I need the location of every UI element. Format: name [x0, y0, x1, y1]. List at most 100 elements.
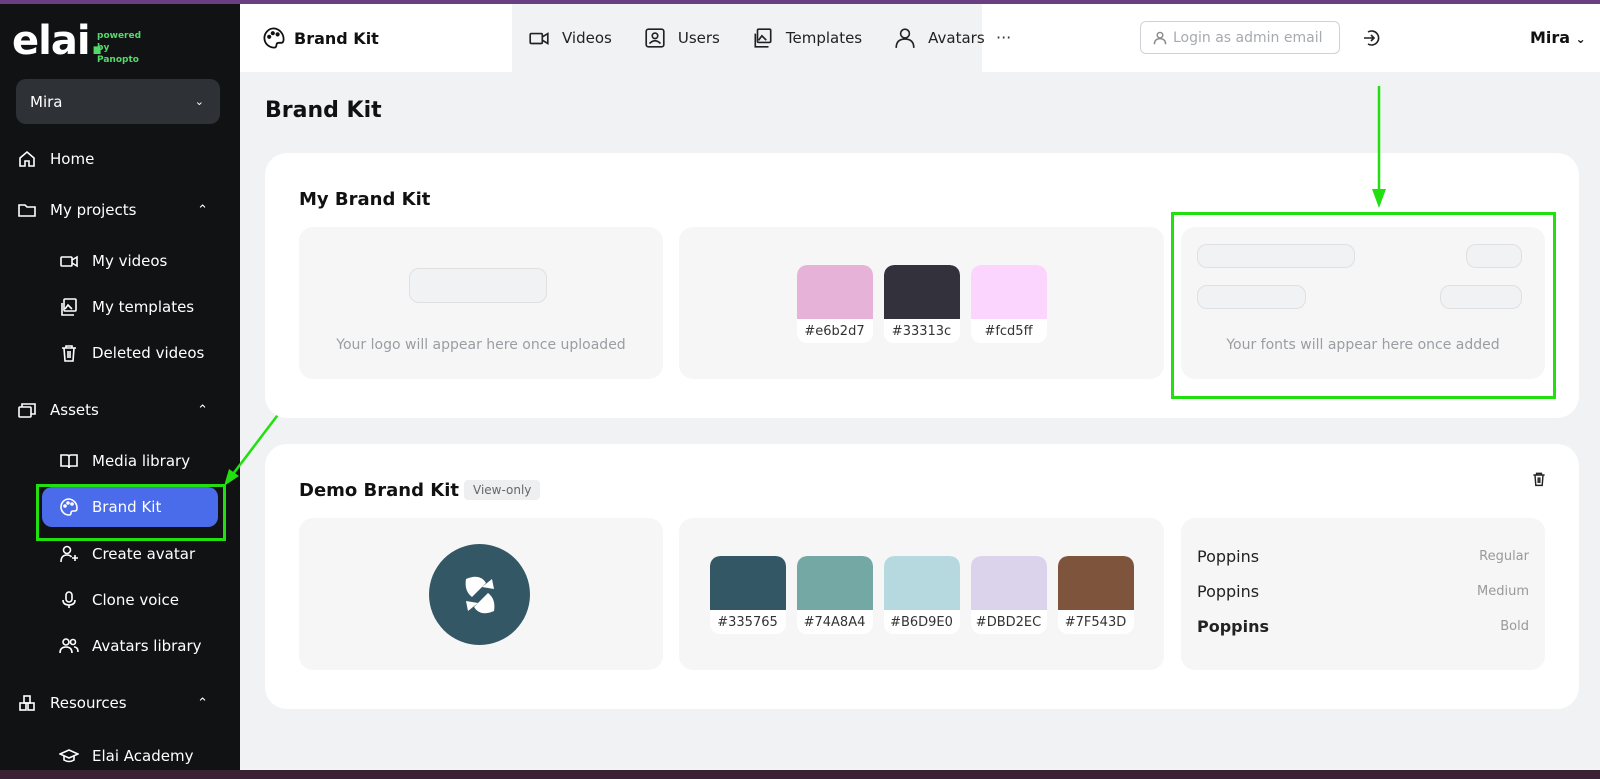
sidebar-item-my-templates[interactable]: My templates: [42, 287, 218, 327]
sidebar-item-label: Deleted videos: [92, 344, 205, 362]
color-swatch[interactable]: #B6D9E0: [883, 556, 960, 634]
sidebar-item-home[interactable]: Home: [16, 139, 220, 179]
more-menu-button[interactable]: ···: [996, 28, 1011, 47]
highlight-box-fonts: [1171, 212, 1556, 399]
tab-templates[interactable]: Templates: [752, 27, 862, 49]
sidebar-item-my-projects[interactable]: My projects ⌃: [16, 190, 220, 230]
demo-brand-kit-title: Demo Brand Kit: [299, 480, 459, 501]
color-swatch[interactable]: #33313c: [883, 265, 960, 343]
workspace-name: Mira: [30, 92, 63, 111]
color-chip: [970, 265, 1047, 319]
video-camera-icon: [528, 27, 550, 49]
font-row[interactable]: Poppins Medium: [1197, 582, 1529, 601]
chevron-down-icon: ⌄: [1575, 32, 1586, 46]
sidebar-item-label: Avatars library: [92, 637, 202, 655]
sidebar: elai. powered by Panopto Mira ⌄ Home My …: [0, 4, 240, 770]
sidebar-item-label: My templates: [92, 298, 195, 316]
highlight-box-brand-kit: [36, 484, 226, 541]
topbar-title: Brand Kit: [262, 26, 379, 50]
logout-icon[interactable]: [1362, 28, 1382, 48]
sidebar-item-label: Media library: [92, 452, 191, 470]
tab-videos[interactable]: Videos: [528, 27, 612, 49]
color-swatch[interactable]: #335765: [709, 556, 786, 634]
user-menu[interactable]: Mira ⌄: [1530, 28, 1586, 47]
page-title: Brand Kit: [265, 98, 382, 123]
color-chip: [883, 556, 960, 610]
admin-email-placeholder: Login as admin email: [1173, 29, 1323, 46]
color-hex-label: #335765: [717, 614, 778, 630]
color-chip: [970, 556, 1047, 610]
user-icon: [894, 27, 916, 49]
sidebar-item-my-videos[interactable]: My videos: [42, 241, 218, 281]
font-name: Poppins: [1197, 582, 1260, 601]
font-row[interactable]: Poppins Regular: [1197, 547, 1529, 566]
color-swatch[interactable]: #74A8A4: [796, 556, 873, 634]
my-brand-kit-title: My Brand Kit: [299, 189, 431, 210]
user-card-icon: [644, 27, 666, 49]
fonts-panel[interactable]: Poppins Regular Poppins Medium Poppins B…: [1181, 518, 1545, 670]
book-icon: [58, 450, 80, 472]
colors-panel[interactable]: #e6b2d7 #33313c #fcd5ff: [679, 227, 1164, 379]
chevron-up-icon[interactable]: ⌃: [197, 403, 208, 418]
color-chip: [1057, 556, 1134, 610]
colors-panel[interactable]: #335765 #74A8A4 #B6D9E0 #DBD2EC #7F543D: [679, 518, 1164, 670]
font-name: Poppins: [1197, 547, 1260, 566]
users-icon: [58, 635, 80, 657]
color-chip: [796, 265, 873, 319]
color-swatch[interactable]: #fcd5ff: [970, 265, 1047, 343]
templates-icon: [752, 27, 774, 49]
logo-panel[interactable]: Your logo will appear here once uploaded: [299, 227, 663, 379]
tab-avatars[interactable]: Avatars: [894, 27, 985, 49]
font-row[interactable]: Poppins Bold: [1197, 617, 1529, 636]
sidebar-item-resources[interactable]: Resources ⌃: [16, 683, 220, 723]
color-hex-label: #fcd5ff: [984, 323, 1033, 339]
tab-label: Templates: [785, 29, 863, 47]
sidebar-item-deleted-videos[interactable]: Deleted videos: [42, 333, 218, 373]
color-swatches: #335765 #74A8A4 #B6D9E0 #DBD2EC #7F543D: [679, 556, 1164, 634]
color-hex-label: #e6b2d7: [804, 323, 865, 339]
color-chip: [796, 556, 873, 610]
trash-icon: [58, 342, 80, 364]
color-swatch[interactable]: #e6b2d7: [796, 265, 873, 343]
palette-icon: [262, 26, 286, 50]
user-name: Mira: [1530, 28, 1571, 47]
admin-email-input[interactable]: Login as admin email: [1140, 21, 1340, 54]
logo-subtitle: powered by Panopto: [97, 31, 142, 65]
sidebar-item-elai-academy[interactable]: Elai Academy: [42, 742, 218, 770]
color-hex-label: #33313c: [891, 323, 952, 339]
window-bottom-border: [0, 770, 1600, 779]
brand-logo-mark-icon: [465, 576, 494, 613]
color-swatch[interactable]: #7F543D: [1057, 556, 1134, 634]
sidebar-item-label: Elai Academy: [92, 747, 194, 765]
admin-tabs: Videos Users Templates Avatars: [512, 4, 985, 72]
annotation-arrow-icon: [1372, 86, 1386, 208]
chevron-up-icon[interactable]: ⌃: [197, 696, 208, 711]
logo-panel[interactable]: [299, 518, 663, 670]
tab-users[interactable]: Users: [644, 27, 720, 49]
trash-icon[interactable]: [1531, 470, 1549, 488]
sidebar-item-label: My projects: [50, 201, 137, 219]
font-weight: Regular: [1479, 549, 1529, 564]
sidebar-item-clone-voice[interactable]: Clone voice: [42, 580, 218, 620]
tab-label: Videos: [562, 29, 612, 47]
font-weight: Medium: [1477, 584, 1529, 599]
chevron-up-icon[interactable]: ⌃: [197, 203, 208, 218]
sidebar-item-media-library[interactable]: Media library: [42, 441, 218, 481]
color-hex-label: #74A8A4: [803, 614, 866, 630]
microphone-icon: [58, 589, 80, 611]
workspace-selector[interactable]: Mira ⌄: [16, 79, 220, 124]
sidebar-item-label: Home: [50, 150, 95, 168]
topbar-title-text: Brand Kit: [294, 28, 379, 48]
sidebar-item-label: My videos: [92, 252, 168, 270]
tab-label: Avatars: [928, 29, 985, 47]
logo-placeholder: [409, 268, 547, 303]
sidebar-item-avatars-library[interactable]: Avatars library: [42, 626, 218, 666]
tab-label: Users: [677, 29, 720, 47]
font-weight: Bold: [1500, 619, 1529, 634]
home-icon: [16, 148, 38, 170]
sidebar-item-assets[interactable]: Assets ⌃: [16, 390, 220, 430]
resources-icon: [16, 692, 38, 714]
app-logo[interactable]: elai.: [12, 18, 105, 64]
color-swatch[interactable]: #DBD2EC: [970, 556, 1047, 634]
sidebar-item-label: Clone voice: [92, 591, 180, 609]
